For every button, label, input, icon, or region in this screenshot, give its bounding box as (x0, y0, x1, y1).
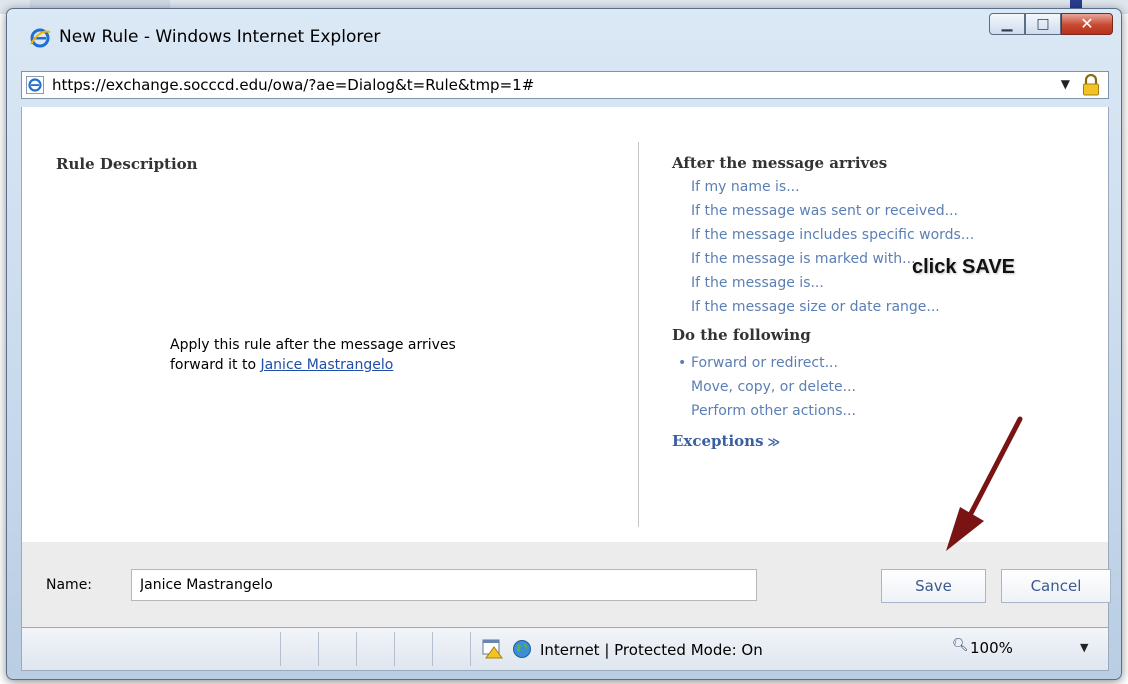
status-divider (280, 632, 281, 666)
address-bar[interactable]: https://exchange.socccd.edu/owa/?ae=Dial… (21, 71, 1109, 99)
condition-message-is[interactable]: If the message is... (672, 271, 1092, 295)
status-bar: Internet | Protected Mode: On 🔍︎ 100% ▼ (21, 627, 1109, 671)
close-icon: ✕ (1080, 14, 1094, 33)
popup-warning-icon[interactable] (482, 639, 504, 659)
rule-description-heading: Rule Description (56, 155, 198, 173)
annotation-arrow-icon (946, 416, 1023, 551)
condition-sent-or-received[interactable]: If the message was sent or received... (672, 199, 1092, 223)
condition-if-my-name-is[interactable]: If my name is... (672, 175, 1092, 199)
action-forward-or-redirect[interactable]: Forward or redirect... (672, 351, 1092, 375)
globe-icon (513, 640, 531, 658)
rule-description-line2: forward it to Janice Mastrangelo (170, 355, 456, 375)
status-divider (318, 632, 319, 666)
maximize-icon: □ (1036, 16, 1050, 32)
window-controls: ▁ □ ✕ (989, 13, 1113, 39)
rule-name-input[interactable] (131, 569, 757, 601)
column-divider (638, 142, 639, 527)
window-title: New Rule - Windows Internet Explorer (59, 27, 381, 47)
condition-specific-words[interactable]: If the message includes specific words..… (672, 223, 1092, 247)
internet-explorer-icon (30, 28, 51, 48)
security-zone-text[interactable]: Internet | Protected Mode: On (540, 639, 763, 661)
chevron-down-icon: ≫ (767, 435, 781, 449)
condition-marked-with[interactable]: If the message is marked with... (672, 247, 1092, 271)
condition-size-or-date[interactable]: If the message size or date range... (672, 295, 1092, 319)
address-url: https://exchange.socccd.edu/owa/?ae=Dial… (52, 76, 535, 94)
title-bar[interactable]: New Rule - Windows Internet Explorer ▁ □… (7, 9, 1121, 61)
zoom-level[interactable]: 100% (970, 637, 1013, 659)
minimize-icon: ▁ (1001, 16, 1013, 32)
close-button[interactable]: ✕ (1061, 13, 1113, 35)
conditions-heading: After the message arrives (672, 154, 888, 172)
status-divider (432, 632, 433, 666)
action-move-copy-delete[interactable]: Move, copy, or delete... (672, 375, 1092, 399)
forward-recipient-link[interactable]: Janice Mastrangelo (260, 357, 393, 373)
status-divider (356, 632, 357, 666)
zoom-dropdown-icon[interactable]: ▼ (1080, 641, 1088, 654)
minimize-button[interactable]: ▁ (989, 13, 1025, 35)
rule-description-line1: Apply this rule after the message arrive… (170, 337, 456, 353)
name-label: Name: (46, 577, 93, 593)
exceptions-label: Exceptions (672, 432, 764, 450)
actions-heading: Do the following (672, 326, 811, 344)
lock-icon[interactable] (1082, 74, 1100, 96)
browser-window: New Rule - Windows Internet Explorer ▁ □… (6, 8, 1122, 680)
status-divider (394, 632, 395, 666)
rule-description-prefix: forward it to (170, 357, 261, 373)
save-button[interactable]: Save (881, 569, 986, 603)
page-icon (26, 76, 44, 94)
status-divider (470, 632, 471, 666)
instruction-callout: click SAVE (912, 256, 1016, 278)
cancel-button[interactable]: Cancel (1001, 569, 1111, 603)
rule-description-text: Apply this rule after the message arrive… (170, 335, 456, 375)
maximize-button[interactable]: □ (1025, 13, 1061, 35)
address-dropdown-icon[interactable]: ▼ (1061, 77, 1070, 91)
zoom-icon: 🔍︎ (952, 638, 969, 653)
